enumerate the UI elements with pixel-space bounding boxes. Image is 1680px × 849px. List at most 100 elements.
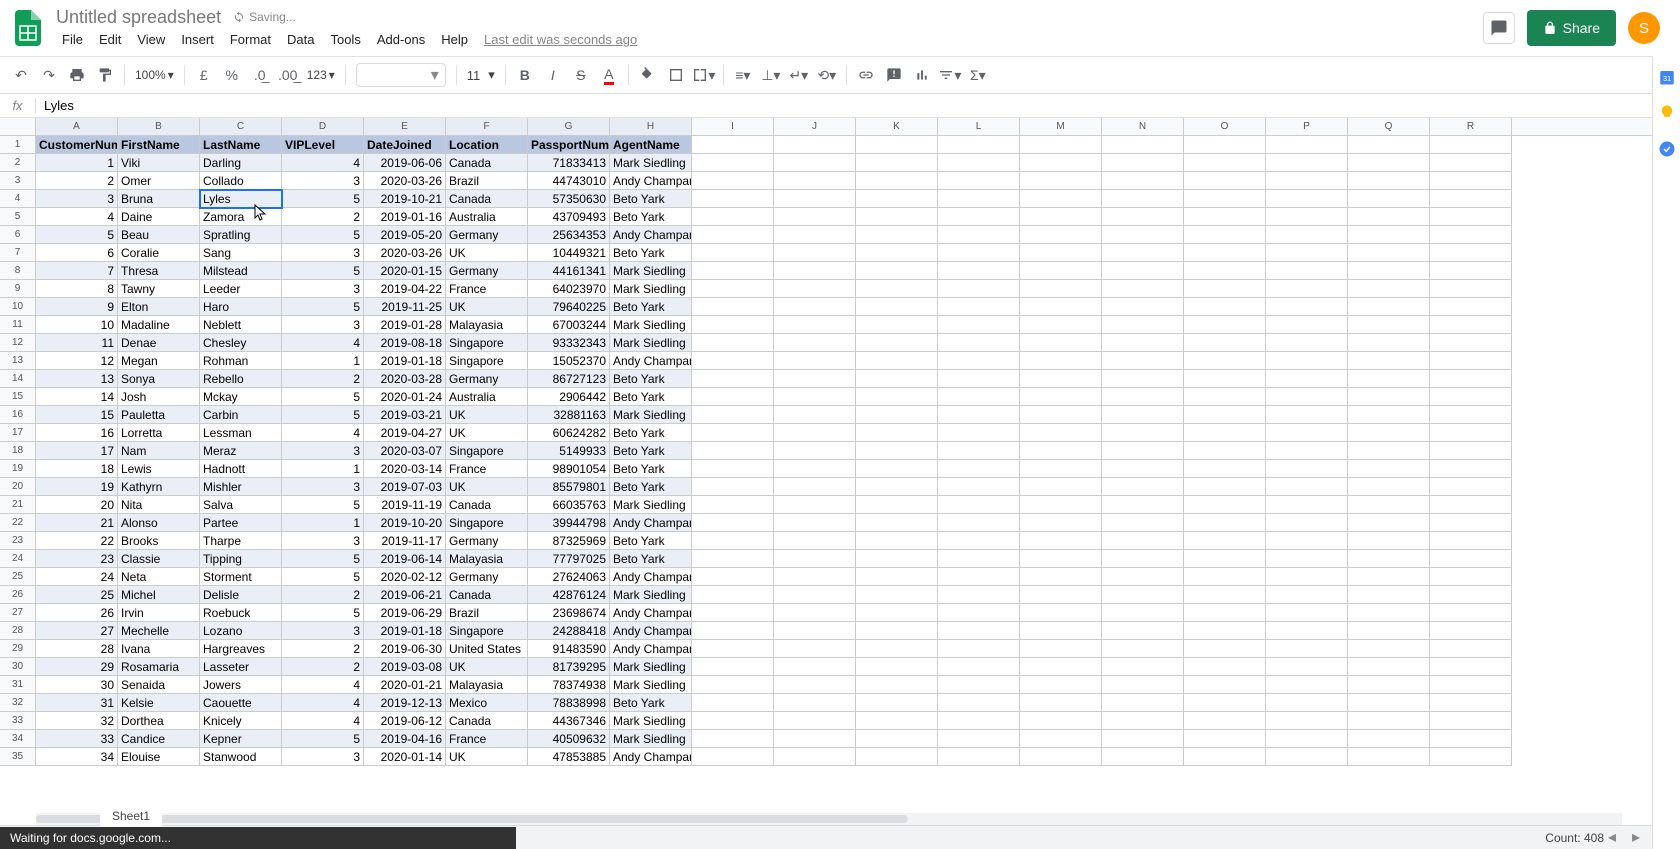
- data-cell[interactable]: Mark Siedling: [610, 712, 692, 730]
- data-cell[interactable]: [692, 658, 774, 676]
- data-cell[interactable]: [938, 280, 1020, 298]
- data-cell[interactable]: 77797025: [528, 550, 610, 568]
- row-header[interactable]: 4: [0, 190, 36, 208]
- data-cell[interactable]: [938, 604, 1020, 622]
- data-cell[interactable]: [1348, 424, 1430, 442]
- data-cell[interactable]: [1184, 154, 1266, 172]
- data-cell[interactable]: Lasseter: [200, 658, 282, 676]
- data-cell[interactable]: [774, 658, 856, 676]
- data-cell[interactable]: [1020, 334, 1102, 352]
- data-cell[interactable]: [774, 442, 856, 460]
- data-cell[interactable]: [692, 172, 774, 190]
- strikethrough-button[interactable]: S: [568, 62, 594, 88]
- data-cell[interactable]: [856, 676, 938, 694]
- header-cell[interactable]: [1430, 136, 1512, 154]
- data-cell[interactable]: 4: [36, 208, 118, 226]
- data-cell[interactable]: [856, 586, 938, 604]
- data-cell[interactable]: [1266, 514, 1348, 532]
- menu-format[interactable]: Format: [224, 30, 277, 49]
- data-cell[interactable]: 30: [36, 676, 118, 694]
- data-cell[interactable]: Lessman: [200, 424, 282, 442]
- data-cell[interactable]: [1102, 658, 1184, 676]
- data-cell[interactable]: 2019-06-12: [364, 712, 446, 730]
- data-cell[interactable]: 79640225: [528, 298, 610, 316]
- data-cell[interactable]: [1348, 190, 1430, 208]
- row-header[interactable]: 8: [0, 262, 36, 280]
- data-cell[interactable]: [692, 568, 774, 586]
- data-cell[interactable]: [1348, 712, 1430, 730]
- data-cell[interactable]: [774, 352, 856, 370]
- data-cell[interactable]: 31: [36, 694, 118, 712]
- row-header[interactable]: 24: [0, 550, 36, 568]
- data-cell[interactable]: [1102, 424, 1184, 442]
- data-cell[interactable]: 2020-03-14: [364, 460, 446, 478]
- data-cell[interactable]: Kathyrn: [118, 478, 200, 496]
- data-cell[interactable]: [1266, 334, 1348, 352]
- data-cell[interactable]: 78838998: [528, 694, 610, 712]
- data-cell[interactable]: [1020, 352, 1102, 370]
- row-header[interactable]: 21: [0, 496, 36, 514]
- data-cell[interactable]: Mark Siedling: [610, 676, 692, 694]
- data-cell[interactable]: [692, 388, 774, 406]
- data-cell[interactable]: [938, 514, 1020, 532]
- data-cell[interactable]: Beto Yark: [610, 244, 692, 262]
- data-cell[interactable]: [1102, 730, 1184, 748]
- data-cell[interactable]: Megan: [118, 352, 200, 370]
- data-cell[interactable]: Nita: [118, 496, 200, 514]
- data-cell[interactable]: 23: [36, 550, 118, 568]
- data-cell[interactable]: [774, 370, 856, 388]
- data-cell[interactable]: 5: [36, 226, 118, 244]
- data-cell[interactable]: [1266, 478, 1348, 496]
- data-cell[interactable]: [1184, 478, 1266, 496]
- data-cell[interactable]: 4: [282, 334, 364, 352]
- column-header[interactable]: R: [1430, 118, 1512, 135]
- data-cell[interactable]: [692, 532, 774, 550]
- data-cell[interactable]: [1266, 586, 1348, 604]
- data-cell[interactable]: Singapore: [446, 442, 528, 460]
- comments-button[interactable]: [1483, 12, 1515, 44]
- data-cell[interactable]: [856, 442, 938, 460]
- data-cell[interactable]: [1102, 262, 1184, 280]
- data-cell[interactable]: Singapore: [446, 622, 528, 640]
- doc-title[interactable]: Untitled spreadsheet: [56, 7, 221, 28]
- data-cell[interactable]: 60624282: [528, 424, 610, 442]
- functions-button[interactable]: Σ▾: [965, 62, 991, 88]
- data-cell[interactable]: [856, 280, 938, 298]
- data-cell[interactable]: [1184, 460, 1266, 478]
- data-cell[interactable]: [1102, 550, 1184, 568]
- data-cell[interactable]: [1266, 424, 1348, 442]
- data-cell[interactable]: 4: [282, 154, 364, 172]
- data-cell[interactable]: Mexico: [446, 694, 528, 712]
- data-cell[interactable]: [938, 622, 1020, 640]
- data-cell[interactable]: [1020, 604, 1102, 622]
- data-cell[interactable]: Josh: [118, 388, 200, 406]
- data-cell[interactable]: 57350630: [528, 190, 610, 208]
- data-cell[interactable]: 3: [36, 190, 118, 208]
- data-cell[interactable]: Denae: [118, 334, 200, 352]
- data-cell[interactable]: [1430, 262, 1512, 280]
- data-cell[interactable]: [1102, 442, 1184, 460]
- data-cell[interactable]: [1102, 208, 1184, 226]
- row-header[interactable]: 30: [0, 658, 36, 676]
- data-cell[interactable]: Omer: [118, 172, 200, 190]
- data-cell[interactable]: [774, 298, 856, 316]
- header-cell[interactable]: [1102, 136, 1184, 154]
- data-cell[interactable]: Carbin: [200, 406, 282, 424]
- data-cell[interactable]: [774, 622, 856, 640]
- column-header[interactable]: L: [938, 118, 1020, 135]
- data-cell[interactable]: [1184, 442, 1266, 460]
- data-cell[interactable]: Hadnott: [200, 460, 282, 478]
- data-cell[interactable]: France: [446, 460, 528, 478]
- data-cell[interactable]: France: [446, 730, 528, 748]
- data-cell[interactable]: Salva: [200, 496, 282, 514]
- data-cell[interactable]: 23698674: [528, 604, 610, 622]
- data-cell[interactable]: Beto Yark: [610, 532, 692, 550]
- data-cell[interactable]: [1020, 262, 1102, 280]
- merge-cells-button[interactable]: ▾: [691, 62, 717, 88]
- redo-button[interactable]: ↷: [36, 62, 62, 88]
- data-cell[interactable]: [1020, 478, 1102, 496]
- data-cell[interactable]: [1430, 388, 1512, 406]
- data-cell[interactable]: [1102, 586, 1184, 604]
- data-cell[interactable]: [938, 352, 1020, 370]
- data-cell[interactable]: Mishler: [200, 478, 282, 496]
